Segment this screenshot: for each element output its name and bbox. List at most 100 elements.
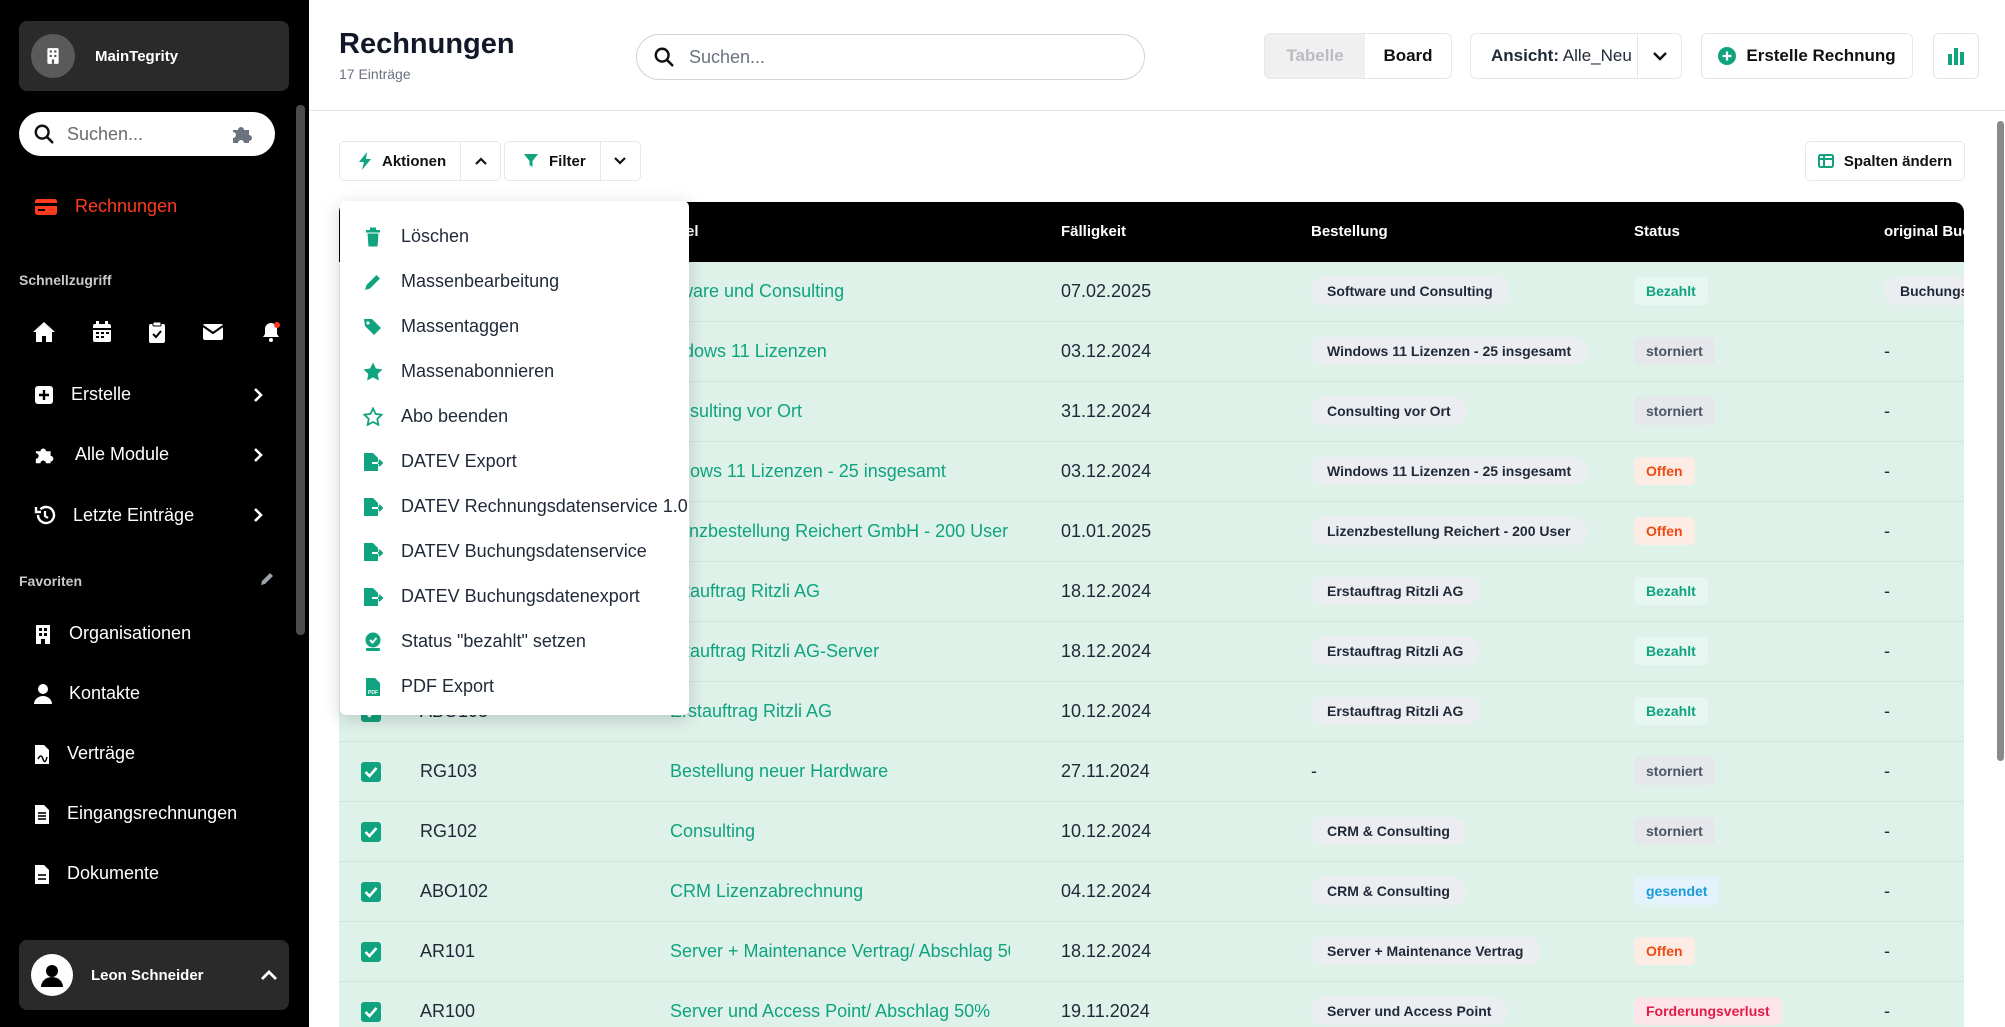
table-row[interactable]: ABO102 CRM Lizenzabrechnung 04.12.2024 CRM … (339, 862, 1964, 922)
org-switcher[interactable]: MainTegrity (19, 21, 289, 91)
sidebar-search-input[interactable] (67, 123, 217, 145)
column-header-original[interactable]: original Buc (1884, 223, 1964, 240)
invoice-title-link[interactable]: Bestellung neuer Hardware (670, 761, 1010, 782)
row-checkbox[interactable] (361, 1002, 381, 1022)
chart-button[interactable] (1933, 33, 1979, 79)
order-badge[interactable]: Server und Access Point (1311, 997, 1508, 1025)
avatar (31, 954, 73, 996)
view-select[interactable]: Ansicht: Alle_Neu (1470, 33, 1682, 79)
invoice-title-link[interactable]: Consulting (670, 821, 1010, 842)
menu-item-massenabonnieren[interactable]: Massenabonnieren (340, 349, 689, 394)
sidebar-item-letzte-eintraege[interactable]: Letzte Einträge (34, 504, 264, 526)
row-checkbox[interactable] (361, 942, 381, 962)
order-badge[interactable]: Erstauftrag Ritzli AG (1311, 637, 1480, 665)
building-icon (47, 48, 59, 64)
create-invoice-button[interactable]: Erstelle Rechnung (1701, 33, 1913, 79)
file-export-icon (361, 587, 385, 607)
order-badge[interactable]: Windows 11 Lizenzen - 25 insgesamt (1311, 337, 1588, 365)
mail-icon[interactable] (202, 323, 224, 341)
page-scrollbar[interactable] (1997, 121, 2004, 761)
invoice-title-link[interactable]: Server + Maintenance Vertrag/ Abschlag 5… (670, 941, 1010, 962)
sidebar-item-eingangsrechnungen[interactable]: Eingangsrechnungen (34, 803, 264, 824)
edit-pencil-icon[interactable] (259, 571, 275, 587)
order-badge[interactable]: Software und Consulting (1311, 277, 1509, 305)
order-badge[interactable]: Erstauftrag Ritzli AG (1311, 697, 1480, 725)
menu-item-status-bezahlt-setzen[interactable]: Status "bezahlt" setzen (340, 619, 689, 664)
order-badge[interactable]: CRM & Consulting (1311, 877, 1466, 905)
invoice-title-link[interactable]: rstauftrag Ritzli AG (670, 581, 1010, 602)
row-checkbox[interactable] (361, 822, 381, 842)
actions-button[interactable]: Aktionen (339, 141, 502, 181)
invoice-title-link[interactable]: CRM Lizenzabrechnung (670, 881, 1010, 902)
sidebar-item-dokumente[interactable]: Dokumente (34, 863, 264, 884)
home-icon[interactable] (32, 321, 56, 343)
invoice-title-link[interactable]: ndows 11 Lizenzen - 25 insgesamt (670, 461, 1010, 482)
due-date: 27.11.2024 (1061, 761, 1150, 781)
status-badge: Offen (1634, 937, 1695, 965)
change-columns-button[interactable]: Spalten ändern (1805, 141, 1965, 181)
menu-item-datev-buchungsdatenexport[interactable]: DATEV Buchungsdatenexport (340, 574, 689, 619)
column-header-status[interactable]: Status (1634, 223, 1680, 240)
invoice-title-link[interactable]: ftware und Consulting (670, 281, 1010, 302)
table-row[interactable]: RG103 Bestellung neuer Hardware 27.11.2024… (339, 742, 1964, 802)
user-icon (41, 965, 63, 987)
order-badge[interactable]: Lizenzbestellung Reichert - 200 User (1311, 517, 1587, 545)
sidebar-item-alle-module[interactable]: Alle Module (34, 444, 264, 465)
column-header-order[interactable]: Bestellung (1311, 223, 1388, 240)
clipboard-check-icon[interactable] (148, 321, 166, 343)
table-row[interactable]: RG102 Consulting 10.12.2024 CRM & Consultin… (339, 802, 1964, 862)
menu-item-abo-beenden[interactable]: Abo beenden (340, 394, 689, 439)
order-badge[interactable]: Consulting vor Ort (1311, 397, 1467, 425)
view-select-dropdown[interactable] (1637, 34, 1681, 78)
row-checkbox[interactable] (361, 762, 381, 782)
order-badge[interactable]: CRM & Consulting (1311, 817, 1466, 845)
actions-toggle[interactable] (460, 142, 500, 180)
menu-item-l-schen[interactable]: Löschen (340, 214, 689, 259)
row-checkbox[interactable] (361, 882, 381, 902)
invoice-number: RG103 (420, 761, 478, 781)
order-badge[interactable]: Windows 11 Lizenzen - 25 insgesamt (1311, 457, 1588, 485)
menu-item-datev-buchungsdatenservice[interactable]: DATEV Buchungsdatenservice (340, 529, 689, 574)
due-date: 10.12.2024 (1061, 821, 1152, 841)
menu-item-pdf-export[interactable]: PDF PDF Export (340, 664, 689, 709)
puzzle-icon[interactable] (231, 124, 257, 144)
invoice-title-link[interactable]: rstauftrag Ritzli AG-Server (670, 641, 1010, 662)
order-badge[interactable]: Server + Maintenance Vertrag (1311, 937, 1540, 965)
calendar-icon[interactable] (92, 321, 112, 343)
sidebar-scrollbar[interactable] (296, 105, 305, 635)
order-badge[interactable]: Erstauftrag Ritzli AG (1311, 577, 1480, 605)
invoice-title-link[interactable]: onsulting vor Ort (670, 401, 1010, 422)
chevron-up-icon[interactable] (259, 968, 279, 982)
invoice-title-link[interactable]: zenzbestellung Reichert GmbH - 200 User (670, 521, 1010, 542)
invoice-title-link[interactable]: Erstauftrag Ritzli AG (670, 701, 1010, 722)
sidebar-item-vertraege[interactable]: Verträge (34, 743, 264, 764)
sidebar-item-kontakte[interactable]: Kontakte (34, 683, 264, 704)
tab-tabelle[interactable]: Tabelle (1265, 34, 1365, 78)
order-badge[interactable]: - (1311, 755, 1317, 788)
filter-main[interactable]: Filter (505, 142, 600, 180)
table-row[interactable]: AR100 Server und Access Point/ Abschlag 5… (339, 982, 1964, 1027)
filter-toggle[interactable] (599, 142, 640, 180)
svg-text:PDF: PDF (368, 690, 378, 696)
bell-icon[interactable] (260, 321, 282, 343)
sidebar-item-organisationen[interactable]: Organisationen (34, 623, 264, 644)
sidebar-search[interactable] (19, 112, 275, 156)
invoice-title-link[interactable]: Server und Access Point/ Abschlag 50% (670, 1001, 1010, 1022)
original-booking: - (1884, 821, 1890, 841)
menu-item-massenbearbeitung[interactable]: Massenbearbeitung (340, 259, 689, 304)
menu-item-datev-rechnungsdatenservice-1-0[interactable]: DATEV Rechnungsdatenservice 1.0 (340, 484, 689, 529)
original-booking: - (1884, 461, 1890, 481)
table-row[interactable]: AR101 Server + Maintenance Vertrag/ Absch… (339, 922, 1964, 982)
main-search-input[interactable] (689, 46, 1109, 68)
filter-button[interactable]: Filter (504, 141, 641, 181)
menu-item-datev-export[interactable]: DATEV Export (340, 439, 689, 484)
tab-board[interactable]: Board (1365, 34, 1451, 78)
sidebar-item-erstelle[interactable]: Erstelle (34, 384, 264, 405)
menu-item-massentaggen[interactable]: Massentaggen (340, 304, 689, 349)
invoice-title-link[interactable]: indows 11 Lizenzen (670, 341, 1010, 362)
main-search[interactable] (636, 34, 1145, 80)
column-header-due[interactable]: Fälligkeit (1061, 223, 1126, 240)
actions-main[interactable]: Aktionen (340, 142, 460, 180)
user-menu[interactable]: Leon Schneider (19, 940, 289, 1010)
sidebar-item-rechnungen[interactable]: Rechnungen (34, 196, 177, 217)
